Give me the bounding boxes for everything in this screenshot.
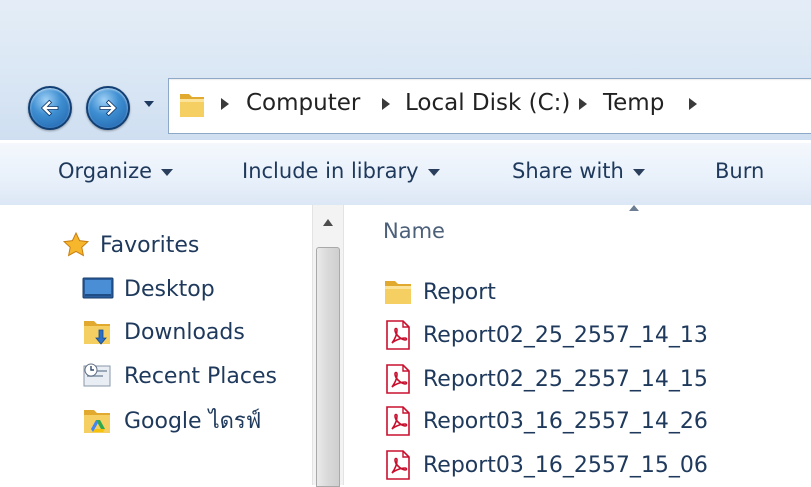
- nav-item-downloads[interactable]: Downloads: [82, 317, 245, 347]
- chevron-down-icon: [632, 169, 645, 176]
- nav-pane-scrollbar[interactable]: [312, 205, 344, 487]
- file-list-pane: Name Report Report02_25_2557_14_13 Repor…: [345, 205, 811, 485]
- scroll-up-icon[interactable]: [323, 219, 333, 226]
- scrollbar-thumb[interactable]: [316, 247, 340, 487]
- nav-item-google-drive[interactable]: Google ไดรฟ์: [82, 403, 261, 438]
- pdf-file-icon: [386, 364, 410, 394]
- nav-item-label: Desktop: [124, 276, 215, 302]
- google-drive-folder-icon: [84, 409, 110, 433]
- file-name: Report02_25_2557_14_13: [423, 322, 708, 348]
- file-name: Report03_16_2557_14_26: [423, 408, 708, 434]
- file-name: Report03_16_2557_15_06: [423, 452, 708, 478]
- sort-ascending-icon: [629, 205, 639, 211]
- list-item[interactable]: Report03_16_2557_15_06: [383, 449, 708, 481]
- list-item[interactable]: Report02_25_2557_14_13: [383, 319, 708, 351]
- list-item[interactable]: Report02_25_2557_14_15: [383, 363, 708, 395]
- nav-item-desktop[interactable]: Desktop: [82, 275, 215, 303]
- share-with-label: Share with: [512, 159, 624, 183]
- organize-menu[interactable]: Organize: [58, 159, 174, 183]
- address-bar[interactable]: Computer Local Disk (C:) Temp: [168, 78, 811, 134]
- nav-item-recent-places[interactable]: Recent Places: [82, 361, 277, 391]
- chevron-down-icon: [427, 169, 440, 176]
- file-name: Report: [423, 279, 496, 305]
- folder-icon: [180, 94, 204, 117]
- breadcrumb-separator-icon[interactable]: [689, 98, 697, 110]
- star-icon: [62, 231, 90, 257]
- list-item[interactable]: Report03_16_2557_14_26: [383, 405, 708, 437]
- file-name: Report02_25_2557_14_15: [423, 366, 708, 392]
- organize-label: Organize: [58, 159, 153, 183]
- folder-icon: [385, 281, 411, 304]
- recent-pages-dropdown[interactable]: [142, 97, 156, 111]
- recent-places-icon: [83, 363, 111, 387]
- breadcrumb-computer[interactable]: Computer: [246, 90, 360, 116]
- include-in-library-label: Include in library: [242, 159, 419, 183]
- nav-favorites-label: Favorites: [100, 232, 200, 258]
- name-column-header[interactable]: Name: [383, 219, 445, 243]
- back-button[interactable]: [28, 86, 72, 130]
- breadcrumb-separator-icon[interactable]: [382, 98, 390, 110]
- command-bar: Organize Include in library Share with B…: [0, 142, 811, 206]
- window-title-area: Computer Local Disk (C:) Temp: [0, 0, 811, 140]
- forward-button[interactable]: [86, 86, 130, 130]
- chevron-down-icon: [161, 169, 174, 176]
- breadcrumb-separator-icon[interactable]: [221, 98, 229, 110]
- nav-item-label: Recent Places: [124, 363, 277, 389]
- breadcrumb-temp[interactable]: Temp: [603, 90, 664, 116]
- pdf-file-icon: [386, 406, 410, 436]
- forward-arrow-icon: [99, 99, 118, 117]
- nav-favorites[interactable]: Favorites: [62, 231, 199, 259]
- breadcrumb-separator-icon[interactable]: [579, 98, 587, 110]
- breadcrumb-local-disk[interactable]: Local Disk (C:): [405, 90, 570, 116]
- burn-label: Burn: [715, 159, 765, 183]
- pdf-file-icon: [386, 450, 410, 480]
- share-with-menu[interactable]: Share with: [512, 159, 645, 183]
- include-in-library-menu[interactable]: Include in library: [242, 159, 440, 183]
- nav-item-label: Google ไดรฟ์: [124, 409, 262, 434]
- list-item[interactable]: Report: [383, 277, 496, 307]
- desktop-icon: [82, 277, 114, 299]
- pdf-file-icon: [386, 320, 410, 350]
- downloads-folder-icon: [84, 321, 110, 345]
- back-arrow-icon: [40, 99, 59, 117]
- burn-button[interactable]: Burn: [715, 159, 764, 183]
- navigation-pane: Favorites Desktop Downloads Recent Place…: [0, 205, 345, 485]
- nav-item-label: Downloads: [124, 319, 245, 345]
